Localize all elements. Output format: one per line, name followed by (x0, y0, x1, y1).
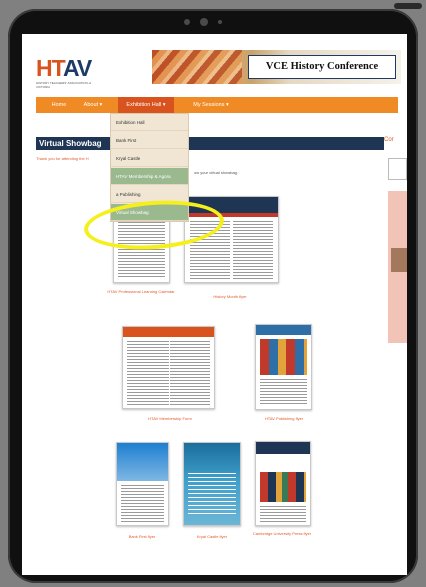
menu-item-exhibition-hall[interactable]: Exhibition Hall (111, 114, 188, 131)
nav-about[interactable]: About ▾ (76, 97, 110, 113)
nav-home[interactable]: Home (46, 97, 72, 113)
doc-caption[interactable]: Bank First flyer (110, 534, 174, 539)
logo-ht: HT (36, 55, 64, 81)
menu-item-kryal-castle[interactable]: Kryal Castle (111, 150, 188, 167)
tablet-button (394, 3, 422, 9)
doc-book-covers (260, 472, 306, 502)
banner-image (152, 50, 242, 84)
page-title: Virtual Showbag (36, 137, 384, 150)
sensor-dot (184, 19, 190, 25)
doc-caption[interactable]: History Month flyer (190, 294, 270, 299)
nav-exhibition-hall[interactable]: Exhibition Hall ▾ (118, 97, 174, 113)
logo-av: AV (62, 55, 92, 81)
menu-item-membership-agora[interactable]: HTAV Membership & Agora (111, 168, 188, 185)
photo-background: HTAV HISTORY TEACHERS' ASSOCIATION of VI… (0, 0, 426, 587)
doc-text-lines (121, 485, 164, 523)
logo-wordmark: HTAV (36, 55, 92, 81)
doc-header-band (256, 325, 311, 335)
doc-bank-first-flyer[interactable] (116, 442, 169, 526)
doc-caption[interactable]: HTAV Publishing flyer (248, 416, 320, 421)
camera-lens (200, 18, 208, 26)
doc-text-lines (260, 506, 306, 522)
logo-tagline: HISTORY TEACHERS' ASSOCIATION of VICTORI… (36, 81, 92, 89)
tablet-screen: HTAV HISTORY TEACHERS' ASSOCIATION of VI… (22, 34, 407, 575)
doc-caption[interactable]: Kryal Castle flyer (180, 534, 244, 539)
doc-book-covers (260, 339, 307, 375)
nav-my-sessions[interactable]: My Sessions ▾ (182, 97, 240, 113)
doc-text-lines (260, 379, 307, 405)
doc-header-band (256, 442, 310, 454)
doc-kryal-castle-flyer[interactable] (183, 442, 241, 526)
doc-text-lines (233, 221, 274, 279)
doc-caption[interactable]: HTAV Membership Form (130, 416, 210, 421)
doc-membership-form[interactable] (122, 326, 215, 409)
doc-text-lines (126, 341, 169, 405)
htav-logo[interactable]: HTAV HISTORY TEACHERS' ASSOCIATION of VI… (36, 55, 92, 96)
doc-publishing-flyer[interactable] (255, 324, 312, 410)
sidebar-heading: Cor (384, 137, 394, 143)
menu-item-bank-first[interactable]: Bank First (111, 132, 188, 149)
sensor-dot (218, 20, 222, 24)
doc-caption[interactable]: Cambridge University Press flyer (244, 531, 320, 536)
conference-banner: VCE History Conference (152, 50, 401, 84)
doc-caption[interactable]: HTAV Professional Learning Calendar (104, 289, 178, 294)
doc-header-band (123, 327, 214, 337)
sidebar-box (388, 158, 407, 180)
intro-text-continued: ow your virtual showbag. (194, 170, 239, 175)
doc-title-area (261, 456, 305, 470)
sidebar-thumbnail[interactable] (391, 248, 407, 272)
doc-text-lines (188, 473, 236, 517)
doc-cambridge-university-press-flyer[interactable] (255, 441, 311, 526)
doc-photo-band (117, 443, 168, 481)
main-nav: Home About ▾ Exhibition Hall ▾ My Sessio… (36, 97, 398, 113)
intro-text: Thank you for attending the H (36, 156, 89, 161)
banner-title: VCE History Conference (248, 55, 396, 79)
doc-text-lines (170, 341, 211, 405)
